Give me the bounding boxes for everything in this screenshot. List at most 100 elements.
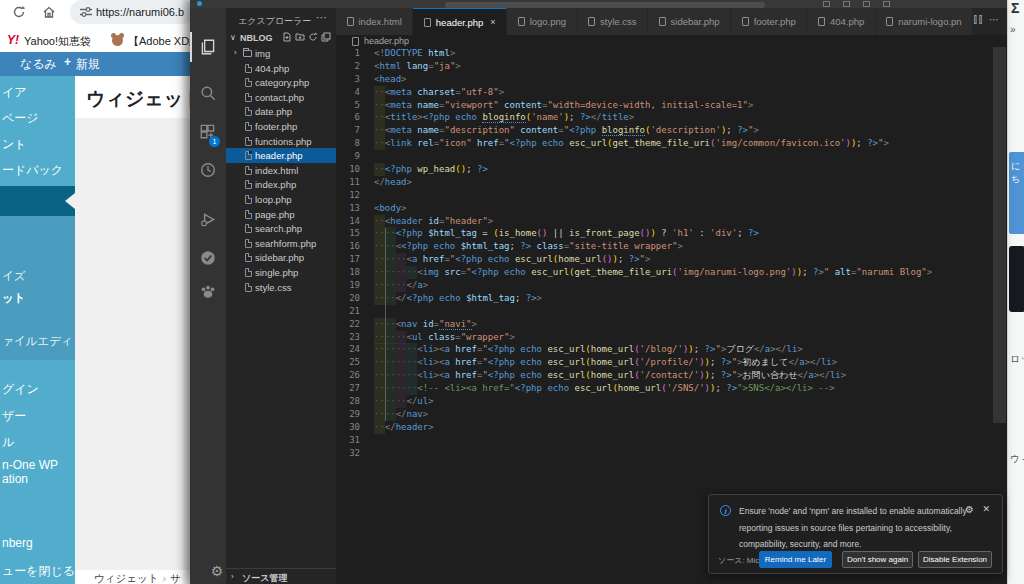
line-number: 30 [336, 421, 360, 434]
breadcrumb-sidebar[interactable]: サ [170, 572, 181, 584]
line-number: 23 [336, 331, 360, 344]
tree-file-page.php[interactable]: page.php [226, 207, 336, 222]
code-line: 10··<?php wp_head(); ?> [336, 163, 1007, 176]
editor-tab-narumi-logo.pn[interactable]: narumi-logo.pn [876, 8, 973, 35]
code-line: 24········<li><a href="<?php echo esc_ur… [336, 343, 1007, 356]
code-line: 17······<a href="<?php echo esc_url(home… [336, 253, 1007, 266]
line-number: 1 [336, 47, 360, 60]
line-number: 15 [336, 227, 360, 240]
line-number: 31 [336, 434, 360, 447]
home-icon[interactable] [42, 5, 56, 19]
chevron-right-icon: › [231, 572, 234, 581]
layout-icon-2[interactable] [843, 1, 850, 7]
tree-file-single.php[interactable]: single.php [226, 265, 336, 280]
tree-file-404.php[interactable]: 404.php [226, 61, 336, 76]
wp-site-name[interactable]: なるみ [20, 56, 57, 73]
wp-sidebar-item[interactable]: ル [2, 434, 14, 451]
explorer-more-icon[interactable]: ⋯ [316, 11, 328, 24]
wp-new-button[interactable]: 新規 [76, 56, 100, 73]
layout-icon-1[interactable] [823, 1, 830, 7]
file-name: 404.php [255, 63, 289, 74]
notification-close-icon[interactable]: ✕ [982, 504, 990, 514]
wp-sidebar-item[interactable]: n-One WP [2, 458, 58, 472]
yahoo-favicon: Y! [7, 33, 19, 47]
tree-file-footer.php[interactable]: footer.php [226, 119, 336, 134]
code-line: 32 [336, 447, 1007, 460]
search-icon[interactable] [190, 78, 226, 108]
editor-tab-style.css[interactable]: style.css [578, 8, 648, 35]
extensions-icon[interactable]: 1 [190, 116, 226, 146]
layout-icon-3[interactable] [863, 1, 870, 7]
wp-sidebar-item[interactable]: ント [2, 136, 27, 153]
tree-file-search.php[interactable]: search.php [226, 221, 336, 236]
tree-file-loop.php[interactable]: loop.php [226, 192, 336, 207]
wp-sidebar-item[interactable]: イア [2, 84, 27, 101]
wp-sidebar-item[interactable]: ザー [2, 408, 26, 425]
close-icon[interactable]: × [490, 17, 495, 27]
file-icon [347, 17, 354, 26]
wp-sidebar-item[interactable]: ューを閉じる [2, 563, 75, 580]
site-info-icon[interactable] [80, 7, 92, 17]
code-line: 6··<title><?php echo bloginfo('name'); ?… [336, 111, 1007, 124]
peek-text-fragment: ウィ [1010, 452, 1024, 466]
breadcrumb-widget[interactable]: ウィジェット [94, 572, 158, 584]
layout-icon-4[interactable] [883, 1, 890, 7]
wp-sidebar-item[interactable]: ation [2, 472, 28, 486]
wp-menu-appearance-selected[interactable] [0, 186, 75, 216]
file-icon [245, 93, 252, 102]
editor-tab-404.php[interactable]: 404.php [807, 8, 875, 35]
file-tree: ›img 404.phpcategory.phpcontact.phpdate.p… [226, 46, 336, 294]
wp-sidebar-item[interactable]: ット [2, 291, 26, 306]
editor-tab-index.html[interactable]: index.html [336, 8, 413, 35]
file-name: footer.php [255, 121, 297, 132]
new-folder-icon[interactable] [295, 32, 305, 42]
wp-sidebar-item[interactable]: ードバック [2, 162, 63, 179]
tree-file-date.php[interactable]: date.php [226, 104, 336, 119]
code-line: 16····<<?php echo $html_tag; ?> class="s… [336, 240, 1007, 253]
editor-tab-header.php[interactable]: header.php× [413, 8, 507, 35]
editor-tab-sidebar.php[interactable]: sidebar.php [648, 8, 731, 35]
breadcrumb-filename[interactable]: header.php [364, 36, 409, 46]
refresh-icon[interactable] [308, 32, 318, 42]
tree-file-searhform.php[interactable]: searhform.php [226, 236, 336, 251]
tree-file-header.php[interactable]: header.php [226, 148, 336, 163]
explorer-icon[interactable] [190, 32, 226, 62]
tree-file-functions.php[interactable]: functions.php [226, 134, 336, 149]
source-control-section[interactable]: ›ソース管理 [226, 568, 336, 584]
collapse-all-icon[interactable] [321, 32, 331, 42]
debug-flag-icon[interactable] [190, 205, 226, 235]
reload-icon[interactable] [12, 5, 26, 19]
tree-file-index.html[interactable]: index.html [226, 163, 336, 178]
wp-sidebar-item[interactable]: ァイルエディ [2, 334, 73, 349]
file-icon [245, 180, 252, 189]
tab-actions[interactable]: ⫿⫿ ⋯ [974, 14, 1001, 26]
tree-file-style.css[interactable]: style.css [226, 280, 336, 295]
new-file-icon[interactable] [282, 32, 292, 42]
code-line: 19······</a> [336, 279, 1007, 292]
wp-sidebar-item[interactable]: イズ [2, 269, 26, 284]
file-icon [818, 17, 825, 26]
editor-tab-logo.png[interactable]: logo.png [507, 8, 577, 35]
tree-file-sidebar.php[interactable]: sidebar.php [226, 250, 336, 265]
file-icon [245, 137, 252, 146]
check-circle-icon[interactable] [190, 243, 226, 273]
file-name: index.html [255, 165, 298, 176]
bookmark-yahoo[interactable]: Yahoo!知恵袋 [24, 34, 91, 49]
notification-gear-icon[interactable]: ⚙ [965, 504, 974, 515]
editor-tab-footer.php[interactable]: footer.php [731, 8, 807, 35]
line-number: 25 [336, 356, 360, 369]
tree-file-contact.php[interactable]: contact.php [226, 90, 336, 105]
notification-button[interactable]: Don't show again [842, 551, 913, 568]
explorer-root-row[interactable]: ∨ NBLOG [226, 30, 336, 45]
tree-folder-img[interactable]: ›img [226, 46, 336, 61]
wp-sidebar-item[interactable]: nberg [2, 536, 33, 550]
history-clock-icon[interactable] [190, 155, 226, 185]
tree-file-index.php[interactable]: index.php [226, 177, 336, 192]
notification-button[interactable]: Disable Extension [918, 551, 992, 568]
tree-file-category.php[interactable]: category.php [226, 75, 336, 90]
paw-icon[interactable] [190, 276, 226, 306]
wp-sidebar-item[interactable]: グイン [2, 381, 39, 398]
code-line: 23······<ul class="wrapper"> [336, 331, 1007, 344]
notification-button[interactable]: Remind me Later [759, 551, 832, 568]
wp-sidebar-item[interactable]: ページ [2, 110, 39, 127]
